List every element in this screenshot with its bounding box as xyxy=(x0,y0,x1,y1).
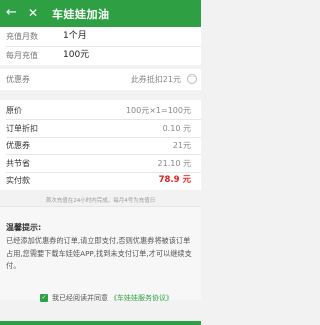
summary-label: 共节省 xyxy=(6,158,30,168)
coupon-row[interactable]: 优惠券 此券抵扣21元 xyxy=(6,71,195,88)
monthly-amount-label: 每月充值 xyxy=(6,51,38,60)
divider xyxy=(0,206,201,207)
summary-label: 实付款 xyxy=(6,176,30,185)
summary-row: 共节省 21.10 元 xyxy=(6,155,195,172)
summary-label: 订单折扣 xyxy=(6,123,38,133)
coupon-label: 优惠券 xyxy=(6,75,30,84)
back-arrow-icon[interactable]: ← xyxy=(6,5,17,21)
summary-row: 优惠券 21元 xyxy=(6,137,195,154)
summary-value: 21元 xyxy=(172,141,191,150)
service-agreement-link[interactable]: 《车娃娃服务协议》 xyxy=(110,290,173,306)
page-title: 车娃娃加油 xyxy=(52,8,110,21)
agreement-text: 我已经阅读并同意 xyxy=(52,294,108,302)
summary-label: 优惠券 xyxy=(6,141,30,150)
tips-body: 已经添加优惠券的订单,请立即支付,否则优惠券将被该订单占用,您需要下载车娃娃AP… xyxy=(6,236,192,270)
summary-value: 21.10 元 xyxy=(157,158,191,168)
coupon-value: 此券抵扣21元 xyxy=(130,75,181,84)
recharge-card: 充值月数 1个月 每月充值 100元 xyxy=(0,27,201,65)
summary-row: 订单折扣 0.10 元 xyxy=(6,120,195,137)
more-options-icon[interactable]: ··· xyxy=(187,74,197,84)
summary-label: 原价 xyxy=(6,106,22,115)
recharge-months-value: 1个月 xyxy=(63,31,87,41)
agreement-row: ✓ 我已经阅读并同意 《车娃娃服务协议》 xyxy=(0,290,201,306)
close-icon[interactable]: ✕ xyxy=(28,5,38,21)
summary-value: 100元×1=100元 xyxy=(125,106,191,115)
monthly-amount-row[interactable]: 每月充值 100元 xyxy=(6,47,195,64)
recharge-note: 首次充值在24小时内完成，每月4号为充值日 xyxy=(45,198,156,204)
summary-value: 0.10 元 xyxy=(162,123,191,133)
recharge-months-row[interactable]: 充值月数 1个月 xyxy=(6,28,195,45)
summary-value: 78.9 元 xyxy=(158,175,191,185)
coupon-card[interactable]: 优惠券 此券抵扣21元 ··· xyxy=(0,69,201,90)
price-summary-card: 原价 100元×1=100元订单折扣 0.10 元优惠券 21元共节省 21.10 元实… xyxy=(0,100,201,190)
summary-row: 原价 100元×1=100元 xyxy=(6,102,195,119)
tips-title: 温馨提示: xyxy=(6,223,42,232)
monthly-amount-value: 100元 xyxy=(63,50,90,60)
summary-row: 实付款 78.9 元 xyxy=(6,172,195,189)
recharge-months-label: 充值月数 xyxy=(6,32,38,41)
agreement-checkbox[interactable]: ✓ xyxy=(40,294,48,302)
submit-bar[interactable] xyxy=(0,321,201,325)
app-header: ← ✕ 车娃娃加油 xyxy=(0,0,201,27)
